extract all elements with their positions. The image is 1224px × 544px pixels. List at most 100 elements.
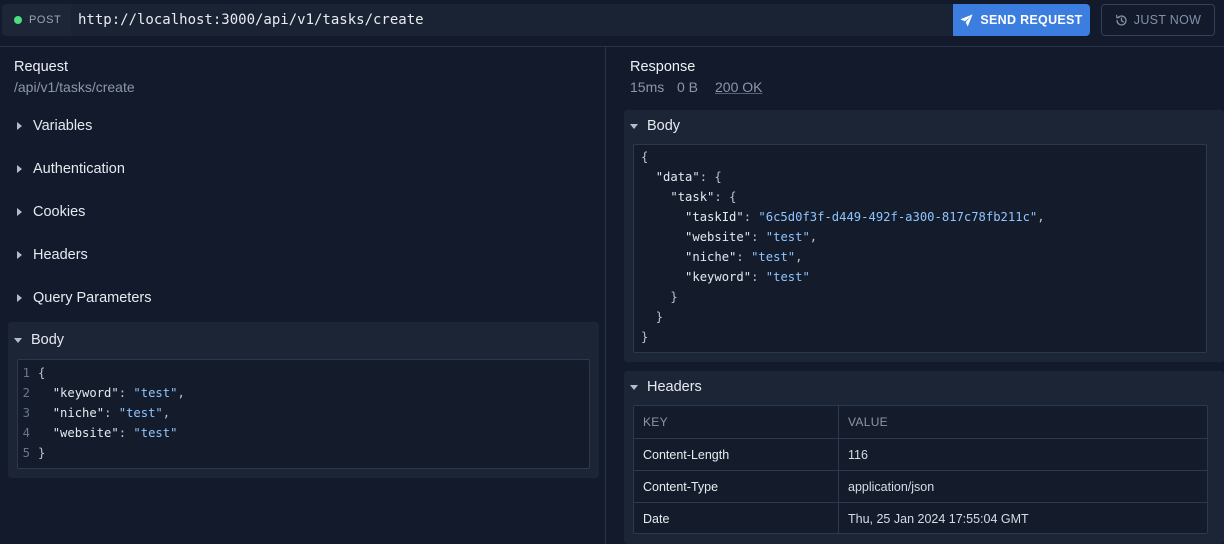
- line-number: 4: [22, 426, 30, 440]
- response-title: Response: [630, 59, 696, 75]
- line-number: 1: [22, 366, 30, 380]
- response-body-panel: Body { "data": { "task": { "taskId": "6c…: [624, 110, 1224, 362]
- code-line: "taskId": "6c5d0f3f-d449-492f-a300-817c7…: [641, 207, 1206, 227]
- code-token: "test": [765, 230, 810, 244]
- response-headers-label: Headers: [647, 379, 702, 395]
- code-line: "data": {: [641, 167, 1206, 187]
- table-header-row: KEY VALUE: [634, 406, 1207, 438]
- header-key: Date: [643, 511, 670, 526]
- code-token: :: [736, 250, 752, 264]
- code-line: }: [641, 327, 1206, 347]
- response-section-body[interactable]: Body: [630, 111, 680, 141]
- header-value: 116: [848, 447, 868, 462]
- code-line: "website": "test",: [641, 227, 1206, 247]
- code-token: :: [751, 230, 766, 244]
- code-token: :: [118, 426, 134, 440]
- section-headers-label: Headers: [33, 247, 88, 263]
- section-cookies-label: Cookies: [33, 204, 86, 220]
- code-token: }: [655, 310, 664, 324]
- section-headers[interactable]: Headers: [17, 240, 88, 270]
- column-header-key: KEY: [643, 415, 668, 429]
- code-token: "website": [685, 230, 752, 244]
- code-token: }: [38, 446, 46, 460]
- code-token: "data": [655, 170, 700, 184]
- table-row: Content-Length 116: [634, 438, 1207, 470]
- code-token: :: [104, 406, 119, 420]
- code-token: :: [714, 190, 730, 204]
- request-body-panel: Body 1{2 "keyword": "test", 3 "niche": "t…: [8, 322, 599, 478]
- code-token: {: [729, 190, 737, 204]
- chevron-right-icon: [17, 165, 22, 173]
- code-line: "niche": "test",: [641, 247, 1206, 267]
- status-dot-icon: [14, 16, 22, 24]
- response-headers-panel: Headers KEY VALUE Content-Length 116 Content…: [624, 371, 1224, 544]
- method-label: POST: [29, 14, 62, 26]
- table-row: Content-Type application/json: [634, 470, 1207, 502]
- line-number: 5: [22, 446, 30, 460]
- request-title: Request: [14, 59, 69, 75]
- history-button[interactable]: JUST NOW: [1101, 4, 1215, 36]
- section-query-parameters[interactable]: Query Parameters: [17, 283, 151, 313]
- request-pane: Request /api/v1/tasks/create Variables A…: [0, 47, 605, 544]
- code-token: "test": [765, 270, 810, 284]
- url-input[interactable]: http://localhost:3000/api/v1/tasks/creat…: [71, 4, 953, 36]
- code-token: }: [670, 290, 678, 304]
- header-value: application/json: [848, 479, 935, 494]
- response-pane: Response 15ms 0 B 200 OK Body { "data": …: [606, 47, 1224, 544]
- code-line: {: [641, 147, 1206, 167]
- request-body-editor[interactable]: 1{2 "keyword": "test", 3 "niche": "test",…: [17, 359, 590, 469]
- response-section-headers[interactable]: Headers: [630, 372, 702, 402]
- code-token: {: [641, 150, 649, 164]
- code-line: }: [641, 287, 1206, 307]
- line-number: 3: [22, 406, 30, 420]
- chevron-right-icon: [17, 122, 22, 130]
- section-query-parameters-label: Query Parameters: [33, 290, 152, 306]
- code-token: :: [743, 210, 759, 224]
- response-body-label: Body: [647, 118, 681, 134]
- response-status[interactable]: 200 OK: [715, 79, 762, 95]
- section-authentication[interactable]: Authentication: [17, 154, 125, 184]
- send-request-label: SEND REQUEST: [980, 13, 1083, 27]
- method-selector[interactable]: POST: [2, 4, 71, 36]
- request-path: /api/v1/tasks/create: [14, 79, 135, 95]
- section-body-label: Body: [31, 332, 65, 348]
- column-header-value: VALUE: [848, 415, 888, 429]
- code-token: ,: [177, 386, 185, 400]
- section-variables[interactable]: Variables: [17, 111, 92, 141]
- code-token: ,: [162, 406, 171, 420]
- code-token: "taskId": [685, 210, 744, 224]
- chevron-right-icon: [17, 251, 22, 259]
- code-token: ,: [809, 230, 818, 244]
- chevron-down-icon: [14, 337, 22, 343]
- response-size: 0 B: [677, 79, 699, 95]
- chevron-right-icon: [17, 208, 22, 216]
- code-token: "keyword": [685, 270, 752, 284]
- history-icon: [1115, 14, 1127, 26]
- paper-plane-icon: [960, 13, 973, 27]
- chevron-down-icon: [630, 123, 638, 129]
- code-line: 4 "website": "test": [18, 423, 589, 443]
- request-bar: POST http://localhost:3000/api/v1/tasks/…: [0, 0, 1224, 47]
- response-body-viewer[interactable]: { "data": { "task": { "taskId": "6c5d0f3…: [633, 144, 1207, 353]
- section-cookies[interactable]: Cookies: [17, 197, 85, 227]
- code-line: }: [641, 307, 1206, 327]
- history-label: JUST NOW: [1133, 13, 1202, 27]
- code-token: ,: [795, 250, 803, 264]
- header-value: Thu, 25 Jan 2024 17:55:04 GMT: [848, 511, 1029, 526]
- send-request-button[interactable]: SEND REQUEST: [953, 4, 1090, 36]
- code-token: "test": [751, 250, 796, 264]
- section-body[interactable]: Body: [14, 325, 64, 355]
- response-time: 15ms: [630, 79, 665, 95]
- code-line: "keyword": "test": [641, 267, 1206, 287]
